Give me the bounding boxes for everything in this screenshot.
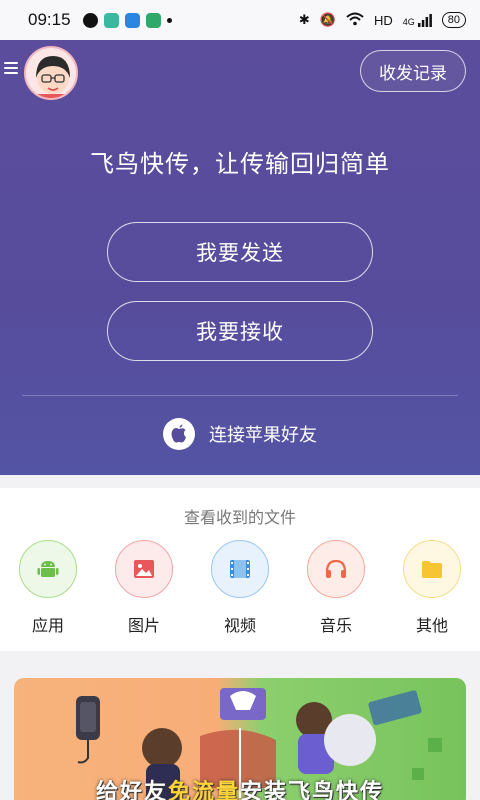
notification-icons	[82, 12, 172, 28]
received-files-card: 查看收到的文件 应用 图片 视频 音乐 其他	[0, 488, 480, 651]
divider	[22, 395, 458, 396]
records-button[interactable]: 收发记录	[360, 50, 466, 92]
image-icon	[115, 540, 173, 598]
category-others[interactable]: 其他	[392, 540, 472, 636]
banner-text: 给好友免流量安装飞鸟快传	[14, 774, 466, 800]
folder-icon	[403, 540, 461, 598]
notification-icon	[82, 12, 98, 28]
category-label: 图片	[127, 616, 160, 635]
connect-apple-button[interactable]: 连接苹果好友	[0, 418, 480, 450]
promo-banner[interactable]: 给好友免流量安装飞鸟快传	[14, 678, 466, 800]
video-icon	[211, 540, 269, 598]
more-notifications-icon	[166, 17, 172, 23]
category-label: 音乐	[319, 616, 352, 635]
hero-panel: 收发记录 飞鸟快传，让传输回归简单 我要发送 我要接收 连接苹果好友	[0, 40, 480, 475]
category-label: 应用	[31, 616, 64, 635]
network-type: HD	[373, 12, 393, 28]
connect-apple-label: 连接苹果好友	[209, 425, 317, 446]
category-music[interactable]: 音乐	[296, 540, 376, 636]
mute-icon: 🔕	[319, 12, 336, 27]
signal-type: 4G	[402, 16, 415, 27]
category-videos[interactable]: 视频	[200, 540, 280, 636]
send-button[interactable]: 我要发送	[107, 222, 373, 282]
banner-text-highlight: 免流量	[167, 780, 240, 800]
banner-text-before: 给好友	[95, 780, 168, 800]
category-images[interactable]: 图片	[104, 540, 184, 636]
category-label: 其他	[415, 616, 448, 635]
slogan: 飞鸟快传，让传输回归简单	[90, 150, 390, 178]
menu-icon[interactable]	[4, 62, 18, 76]
status-bar: 09:15 ✱ 🔕 HD 4G 80	[0, 0, 480, 40]
notification-icon	[124, 12, 140, 28]
banner-text-after: 安装飞鸟快传	[240, 780, 385, 800]
headphones-icon	[307, 540, 365, 598]
notification-icon	[145, 12, 161, 28]
signal-icon: 4G	[402, 13, 432, 27]
received-files-title: 查看收到的文件	[183, 508, 296, 527]
notification-icon	[103, 12, 119, 28]
bluetooth-icon: ✱	[298, 12, 310, 27]
status-right: ✱ 🔕 HD 4G 80	[299, 12, 466, 29]
category-apps[interactable]: 应用	[8, 540, 88, 636]
category-label: 视频	[223, 616, 256, 635]
status-time: 09:15	[28, 10, 71, 29]
battery-indicator: 80	[441, 12, 466, 28]
apple-icon	[163, 418, 195, 450]
android-icon	[19, 540, 77, 598]
avatar[interactable]	[24, 46, 78, 100]
receive-button[interactable]: 我要接收	[107, 301, 373, 361]
wifi-icon	[346, 12, 364, 29]
